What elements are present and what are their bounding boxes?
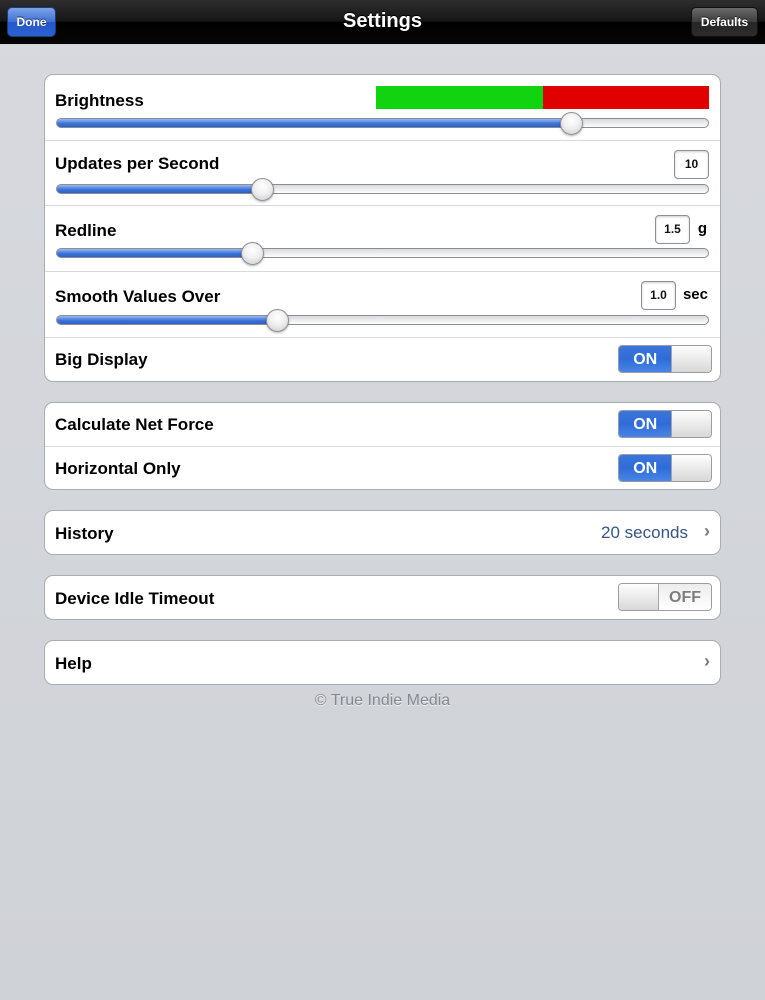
idle-timeout-row: Device Idle Timeout OFF	[45, 576, 720, 619]
horizontal-only-row: Horizontal Only ON	[45, 447, 720, 489]
net-force-toggle[interactable]: ON	[618, 410, 712, 438]
net-force-label: Calculate Net Force	[55, 415, 214, 434]
redline-slider[interactable]	[56, 242, 709, 265]
big-display-toggle[interactable]: ON	[618, 345, 712, 373]
toggle-knob	[671, 411, 711, 437]
done-button[interactable]: Done	[7, 7, 56, 37]
smooth-values-value[interactable]: 1.0	[641, 281, 676, 310]
idle-timeout-toggle[interactable]: OFF	[618, 583, 712, 611]
redline-label: Redline	[55, 221, 117, 240]
brightness-row: Brightness	[45, 75, 720, 141]
redline-slider-thumb[interactable]	[241, 242, 265, 265]
help-group: Help ›	[44, 640, 721, 685]
idle-timeout-group: Device Idle Timeout OFF	[44, 575, 721, 620]
idle-timeout-label: Device Idle Timeout	[55, 589, 215, 608]
updates-slider-thumb[interactable]	[251, 178, 275, 201]
redline-row: Redline 1.5 g	[45, 206, 720, 272]
smooth-slider-fill	[57, 316, 278, 324]
display-settings-group: Brightness Updates per Second 10 Redline…	[44, 74, 721, 382]
idle-timeout-toggle-state: OFF	[659, 584, 711, 610]
history-value: 20 seconds	[601, 523, 688, 542]
brightness-preview	[376, 86, 709, 109]
navigation-bar: Settings Done Defaults	[0, 0, 765, 44]
brightness-slider-thumb[interactable]	[560, 112, 584, 135]
smooth-slider-thumb[interactable]	[266, 309, 290, 332]
brightness-preview-red	[543, 86, 709, 109]
big-display-toggle-state: ON	[619, 346, 672, 372]
horizontal-only-toggle-state: ON	[619, 455, 672, 481]
redline-value[interactable]: 1.5	[655, 215, 690, 244]
brightness-slider-fill	[57, 119, 572, 127]
smooth-values-slider[interactable]	[56, 309, 709, 332]
updates-per-second-slider[interactable]	[56, 178, 709, 201]
page-title: Settings	[343, 10, 422, 32]
smooth-values-row: Smooth Values Over 1.0 sec	[45, 272, 720, 338]
big-display-row: Big Display ON	[45, 338, 720, 381]
redline-unit: g	[697, 220, 707, 237]
updates-per-second-label: Updates per Second	[55, 154, 220, 173]
toggle-knob	[619, 584, 659, 610]
net-force-toggle-state: ON	[619, 411, 672, 437]
force-settings-group: Calculate Net Force ON Horizontal Only O…	[44, 402, 721, 490]
toggle-knob	[671, 346, 711, 372]
help-label: Help	[55, 654, 92, 673]
history-row[interactable]: History 20 seconds ›	[45, 511, 720, 554]
updates-slider-fill	[57, 185, 263, 193]
big-display-label: Big Display	[55, 350, 148, 369]
smooth-values-label: Smooth Values Over	[55, 287, 221, 306]
copyright-footer: © True Indie Media	[314, 692, 451, 709]
horizontal-only-toggle[interactable]: ON	[618, 454, 712, 482]
help-row[interactable]: Help ›	[45, 641, 720, 684]
history-group: History 20 seconds ›	[44, 510, 721, 555]
smooth-values-unit: sec	[682, 286, 708, 303]
net-force-row: Calculate Net Force ON	[45, 403, 720, 447]
updates-per-second-row: Updates per Second 10	[45, 141, 720, 206]
updates-per-second-value[interactable]: 10	[674, 150, 709, 179]
chevron-right-icon: ›	[704, 521, 710, 541]
brightness-label: Brightness	[55, 91, 144, 110]
brightness-slider[interactable]	[56, 112, 709, 135]
history-label: History	[55, 524, 114, 543]
toggle-knob	[671, 455, 711, 481]
brightness-preview-green	[376, 86, 543, 109]
horizontal-only-label: Horizontal Only	[55, 459, 181, 478]
chevron-right-icon: ›	[704, 651, 710, 671]
redline-slider-fill	[57, 249, 253, 257]
defaults-button[interactable]: Defaults	[691, 7, 758, 37]
